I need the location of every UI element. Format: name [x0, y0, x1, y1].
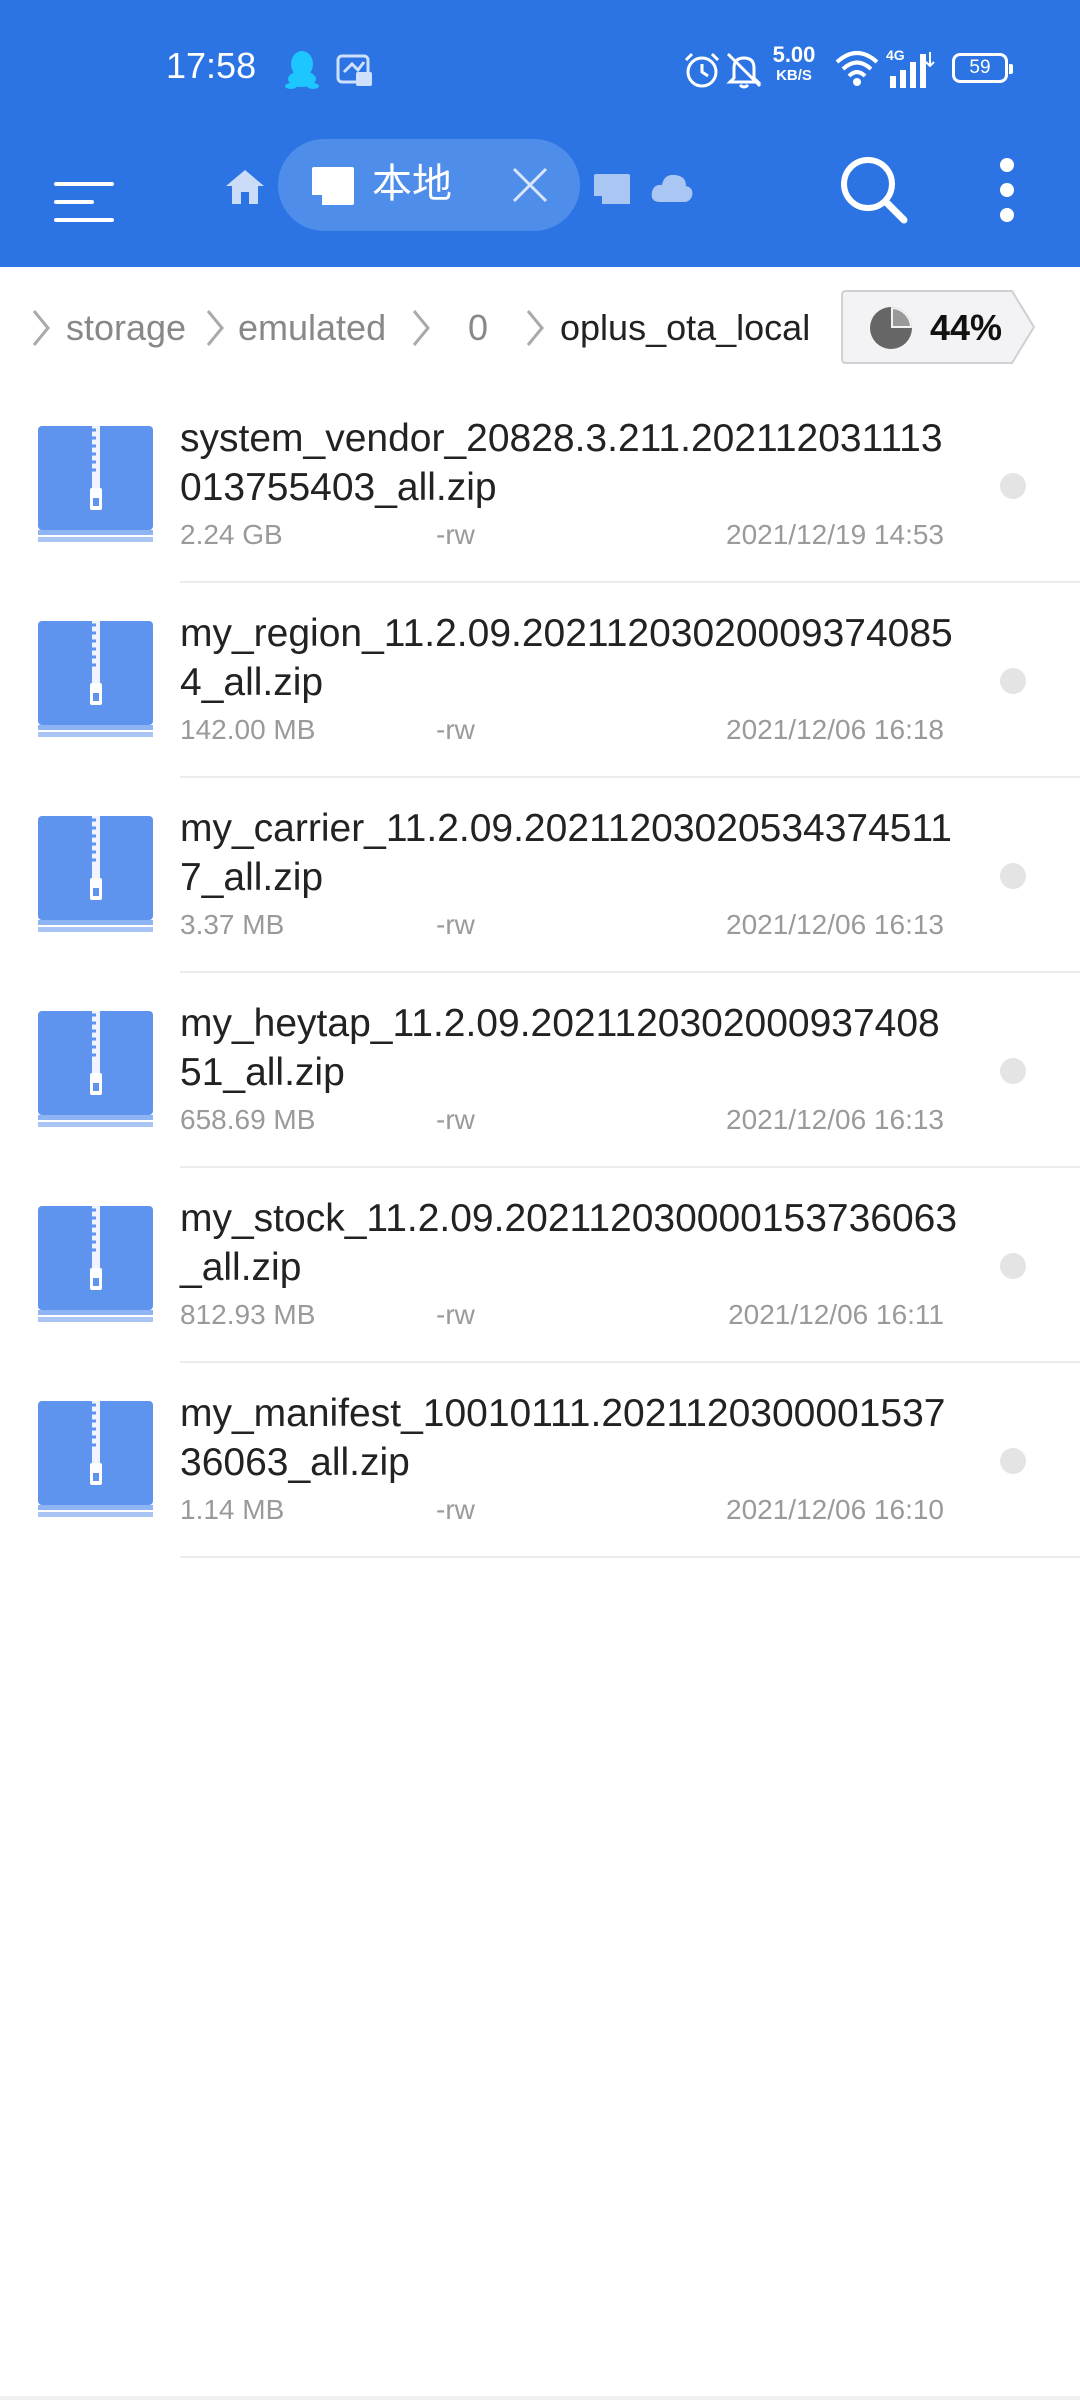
zip-file-icon	[38, 1206, 153, 1322]
file-permissions: -rw	[436, 1104, 475, 1135]
zip-file-icon	[38, 426, 153, 542]
file-row[interactable]: my_manifest_10010111.2021120300001537360…	[0, 1363, 1080, 1558]
file-modified-date: 2021/12/06 16:10	[726, 1494, 944, 1525]
select-checkbox[interactable]	[1000, 473, 1026, 499]
breadcrumb: storage emulated 0 oplus_ota_local 44%	[0, 267, 1080, 387]
chevron-right-icon	[32, 310, 50, 346]
breadcrumb-item-current[interactable]: oplus_ota_local	[560, 303, 810, 353]
mute-icon	[726, 52, 762, 89]
file-name: my_carrier_11.2.09.202112030205343745117…	[180, 807, 952, 899]
file-size: 2.24 GB	[180, 519, 283, 550]
sd-card-tab-icon[interactable]	[592, 172, 632, 206]
chevron-right-icon	[412, 310, 430, 346]
file-size: 3.37 MB	[180, 909, 285, 940]
file-permissions: -rw	[436, 714, 475, 745]
file-size: 658.69 MB	[180, 1104, 316, 1135]
select-checkbox[interactable]	[1000, 1448, 1026, 1474]
chevron-right-icon	[206, 310, 224, 346]
select-checkbox[interactable]	[1000, 668, 1026, 694]
file-modified-date: 2021/12/06 16:11	[728, 1299, 944, 1330]
notification-icon	[336, 54, 372, 86]
zip-file-icon	[38, 1011, 153, 1127]
close-icon[interactable]	[510, 165, 550, 205]
file-row[interactable]: my_heytap_11.2.09.202112030200093740851_…	[0, 973, 1080, 1168]
search-icon[interactable]	[834, 150, 914, 230]
file-modified-date: 2021/12/19 14:53	[726, 519, 944, 550]
file-size: 1.14 MB	[180, 1494, 285, 1525]
storage-pie-icon	[870, 307, 912, 349]
sd-card-icon	[312, 167, 354, 205]
zip-file-icon	[38, 816, 153, 932]
file-name: my_region_11.2.09.202112030200093740854_…	[180, 612, 953, 704]
battery-icon: 59	[952, 53, 1013, 83]
cellular-signal-icon: 4G	[886, 47, 935, 88]
more-vert-icon[interactable]	[978, 150, 1038, 230]
select-checkbox[interactable]	[1000, 1253, 1026, 1279]
chevron-right-icon	[526, 310, 544, 346]
status-bar: 17:58 5.00 KB/S 4G 59	[0, 0, 1080, 134]
cloud-icon[interactable]	[650, 172, 694, 204]
top-bar: 17:58 5.00 KB/S 4G 59 本地	[0, 0, 1080, 267]
file-size: 142.00 MB	[180, 714, 316, 745]
storage-usage-badge[interactable]: 44%	[840, 289, 1038, 365]
row-divider	[180, 1556, 1080, 1558]
network-type-label: 4G	[886, 47, 905, 63]
alarm-icon	[684, 52, 720, 88]
bottom-divider	[0, 2396, 1080, 2400]
breadcrumb-item-emulated[interactable]: emulated	[238, 303, 386, 353]
file-name: system_vendor_20828.3.211.20211203111301…	[180, 417, 943, 509]
qq-icon	[285, 51, 319, 89]
tab-local-label: 本地	[372, 161, 452, 207]
file-row[interactable]: my_stock_11.2.09.202112030000153736063_a…	[0, 1168, 1080, 1363]
file-permissions: -rw	[436, 909, 475, 940]
storage-usage-percent: 44%	[930, 307, 1003, 348]
file-modified-date: 2021/12/06 16:13	[726, 909, 944, 940]
file-size: 812.93 MB	[180, 1299, 316, 1330]
menu-button[interactable]	[42, 154, 128, 240]
breadcrumb-item-0[interactable]: 0	[468, 303, 488, 353]
file-row[interactable]: system_vendor_20828.3.211.20211203111301…	[0, 388, 1080, 583]
select-checkbox[interactable]	[1000, 1058, 1026, 1084]
file-name: my_manifest_10010111.2021120300001537360…	[180, 1392, 946, 1484]
wifi-icon	[835, 51, 879, 86]
tab-local[interactable]: 本地	[278, 139, 580, 231]
file-row[interactable]: my_region_11.2.09.202112030200093740854_…	[0, 583, 1080, 778]
file-name: my_heytap_11.2.09.202112030200093740851_…	[180, 1002, 940, 1094]
file-permissions: -rw	[436, 1494, 475, 1525]
zip-file-icon	[38, 1401, 153, 1517]
file-permissions: -rw	[436, 1299, 475, 1330]
file-modified-date: 2021/12/06 16:18	[726, 714, 944, 745]
status-time: 17:58	[166, 45, 257, 86]
breadcrumb-item-storage[interactable]: storage	[66, 303, 186, 353]
battery-level: 59	[969, 57, 991, 78]
file-permissions: -rw	[436, 519, 475, 550]
zip-file-icon	[38, 621, 153, 737]
network-speed-value: 5.00	[772, 42, 816, 67]
app-bar: 本地	[0, 134, 1080, 267]
file-modified-date: 2021/12/06 16:13	[726, 1104, 944, 1135]
network-speed-unit: KB/S	[776, 67, 812, 84]
select-checkbox[interactable]	[1000, 863, 1026, 889]
menu-icon	[54, 182, 114, 186]
file-name: my_stock_11.2.09.202112030000153736063_a…	[180, 1197, 958, 1289]
network-speed: 5.00 KB/S	[764, 42, 824, 84]
file-row[interactable]: my_carrier_11.2.09.202112030205343745117…	[0, 778, 1080, 973]
home-icon[interactable]	[222, 164, 268, 210]
